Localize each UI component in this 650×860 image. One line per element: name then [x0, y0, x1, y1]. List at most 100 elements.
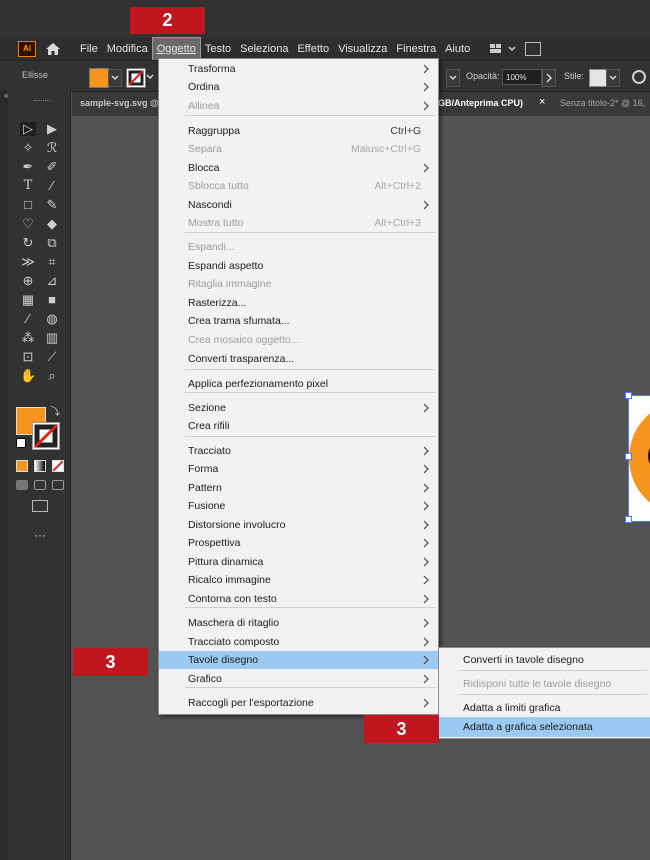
none-mode-icon[interactable]	[52, 460, 64, 472]
menu-item-contorna-con-testo[interactable]: Contorna con testo	[159, 590, 438, 608]
selection-handle[interactable]	[625, 392, 632, 399]
stroke-swatch[interactable]	[126, 68, 146, 88]
menu-item-pattern[interactable]: Pattern	[159, 479, 438, 497]
blend-tool-icon[interactable]: ◍	[44, 312, 60, 326]
perspective-grid-tool-icon[interactable]: ⊿	[44, 274, 60, 288]
pen-tool-icon[interactable]: ✒	[20, 160, 36, 174]
menu-item-tracciato[interactable]: Tracciato	[159, 442, 438, 460]
default-colors-icon[interactable]	[16, 438, 26, 448]
selection-tool-icon[interactable]: ▷	[20, 122, 36, 136]
menu-item-blocca[interactable]: Blocca	[159, 159, 438, 177]
menu-item-ordina[interactable]: Ordina	[159, 78, 438, 96]
menu-item-nascondi[interactable]: Nascondi	[159, 196, 438, 214]
fill-dropdown-chevron-icon[interactable]	[108, 69, 122, 87]
opacity-arrow-icon[interactable]	[542, 69, 556, 87]
screen-mode-icon[interactable]	[32, 500, 48, 512]
shaper-tool-icon[interactable]: ♡	[20, 217, 36, 231]
menu-testo[interactable]: Testo	[201, 38, 235, 60]
opacity-field[interactable]: 100%	[502, 69, 542, 85]
paintbrush-tool-icon[interactable]: ✎	[44, 198, 60, 212]
draw-behind-icon[interactable]	[34, 480, 46, 490]
menu-item-sezione[interactable]: Sezione	[159, 399, 438, 417]
menu-modifica[interactable]: Modifica	[103, 38, 152, 60]
draw-inside-icon[interactable]	[52, 480, 64, 490]
menu-item-ricalco-immagine[interactable]: Ricalco immagine	[159, 571, 438, 589]
menu-finestra[interactable]: Finestra	[392, 38, 440, 60]
style-swatch[interactable]	[589, 69, 607, 87]
stroke-dropdown-chevron-icon[interactable]	[145, 69, 155, 85]
menu-item-maschera-di-ritaglio[interactable]: Maschera di ritaglio	[159, 614, 438, 632]
illustrator-logo[interactable]: Ai	[18, 41, 36, 57]
tab-close-icon[interactable]: ×	[539, 96, 545, 108]
menu-item-raccogli-per-l-esportazione[interactable]: Raccogli per l'esportazione	[159, 694, 438, 712]
artboard-tool-icon[interactable]: ⊡	[20, 350, 36, 364]
symbol-sprayer-tool-icon[interactable]: ⁂	[20, 331, 36, 345]
style-dropdown-chevron-icon[interactable]	[606, 69, 620, 87]
menu-seleziona[interactable]: Seleziona	[236, 38, 292, 60]
submenu-item-adatta-a-grafica-selezionata[interactable]: Adatta a grafica selezionata	[439, 717, 650, 737]
menu-effetto[interactable]: Effetto	[293, 38, 333, 60]
menu-visualizza[interactable]: Visualizza	[334, 38, 391, 60]
menu-item-tracciato-composto[interactable]: Tracciato composto	[159, 633, 438, 651]
tab-senza-titolo[interactable]: Senza titolo-2* @ 16,	[560, 98, 645, 108]
menu-file[interactable]: File	[76, 38, 102, 60]
menu-item-applica-perfezionamento-pixel[interactable]: Applica perfezionamento pixel	[159, 375, 438, 393]
arrange-documents-icon[interactable]	[525, 42, 542, 56]
menu-item-grafico[interactable]: Grafico	[159, 670, 438, 688]
selection-handle[interactable]	[625, 453, 632, 460]
tab-sample-svg[interactable]: sample-svg.svg @	[80, 98, 159, 108]
menu-item-trasforma[interactable]: Trasforma	[159, 60, 438, 78]
rotate-tool-icon[interactable]: ↻	[20, 236, 36, 250]
submenu-item-adatta-a-limiti-grafica[interactable]: Adatta a limiti grafica	[439, 698, 650, 718]
rectangle-tool-icon[interactable]: □	[20, 198, 36, 212]
fill-swatch[interactable]	[89, 68, 109, 88]
direct-selection-tool-icon[interactable]: ▶	[44, 122, 60, 136]
gradient-tool-icon[interactable]: ■	[44, 293, 60, 307]
home-icon[interactable]	[44, 41, 62, 57]
width-tool-icon[interactable]: ≫	[20, 255, 36, 269]
gradient-mode-icon[interactable]	[34, 460, 46, 472]
collapse-toolbox-icon[interactable]: «	[4, 91, 8, 100]
hand-tool-icon[interactable]: ✋	[20, 369, 36, 383]
menu-aiuto[interactable]: Aiuto	[441, 38, 474, 60]
menu-item-converti-trasparenza[interactable]: Converti trasparenza...	[159, 350, 438, 368]
lasso-tool-icon[interactable]: ℛ	[44, 141, 60, 155]
menu-item-fusione[interactable]: Fusione	[159, 497, 438, 515]
menu-item-espandi-aspetto[interactable]: Espandi aspetto	[159, 257, 438, 275]
zoom-tool-icon[interactable]: ⌕	[44, 369, 60, 383]
draw-normal-icon[interactable]	[16, 480, 28, 490]
menu-item-tavole-disegno[interactable]: Tavole disegno	[159, 651, 438, 669]
stroke-color-box[interactable]	[32, 422, 60, 450]
swap-colors-icon[interactable]: ⤵	[50, 403, 60, 418]
menu-item-raggruppa[interactable]: Raggruppa Ctrl+G	[159, 122, 438, 140]
workspace-switcher-icon[interactable]	[489, 42, 519, 56]
menu-item-pittura-dinamica[interactable]: Pittura dinamica	[159, 553, 438, 571]
mesh-tool-icon[interactable]: ▦	[20, 293, 36, 307]
eyedropper-tool-icon[interactable]: ⁄	[20, 312, 36, 326]
column-graph-tool-icon[interactable]: ▥	[44, 331, 60, 345]
slice-tool-icon[interactable]: ⟋	[44, 350, 60, 364]
menu-oggetto[interactable]: Oggetto	[151, 37, 201, 61]
magic-wand-tool-icon[interactable]: ✧	[20, 141, 36, 155]
menu-item-distorsione-involucro[interactable]: Distorsione involucro	[159, 516, 438, 534]
edit-toolbar-icon[interactable]: ···	[34, 528, 46, 542]
tab-active-fragment[interactable]: GB/Anteprima CPU)	[438, 98, 523, 108]
graphic-style-chevron-icon[interactable]	[446, 69, 460, 87]
menu-item-crea-trama-sfumata[interactable]: Crea trama sfumata...	[159, 312, 438, 330]
color-mode-icon[interactable]	[16, 460, 28, 472]
line-segment-tool-icon[interactable]: ⁄	[44, 179, 60, 193]
curvature-tool-icon[interactable]: ✐	[44, 160, 60, 174]
menu-item-crea-rifili[interactable]: Crea rifili	[159, 417, 438, 435]
free-transform-tool-icon[interactable]: ⌗	[44, 255, 60, 269]
menu-item-rasterizza[interactable]: Rasterizza...	[159, 294, 438, 312]
eraser-tool-icon[interactable]: ◆	[44, 217, 60, 231]
type-tool-icon[interactable]: T	[20, 179, 36, 193]
submenu-item-converti-in-tavole-disegno[interactable]: Converti in tavole disegno	[439, 650, 650, 670]
selection-handle[interactable]	[625, 516, 632, 523]
menu-item-forma[interactable]: Forma	[159, 460, 438, 478]
scale-tool-icon[interactable]: ⧉	[44, 236, 60, 250]
recolor-artwork-icon[interactable]	[632, 70, 646, 84]
submenu-item-label: Adatta a limiti grafica	[463, 702, 561, 714]
menu-item-prospettiva[interactable]: Prospettiva	[159, 534, 438, 552]
shape-builder-tool-icon[interactable]: ⊕	[20, 274, 36, 288]
